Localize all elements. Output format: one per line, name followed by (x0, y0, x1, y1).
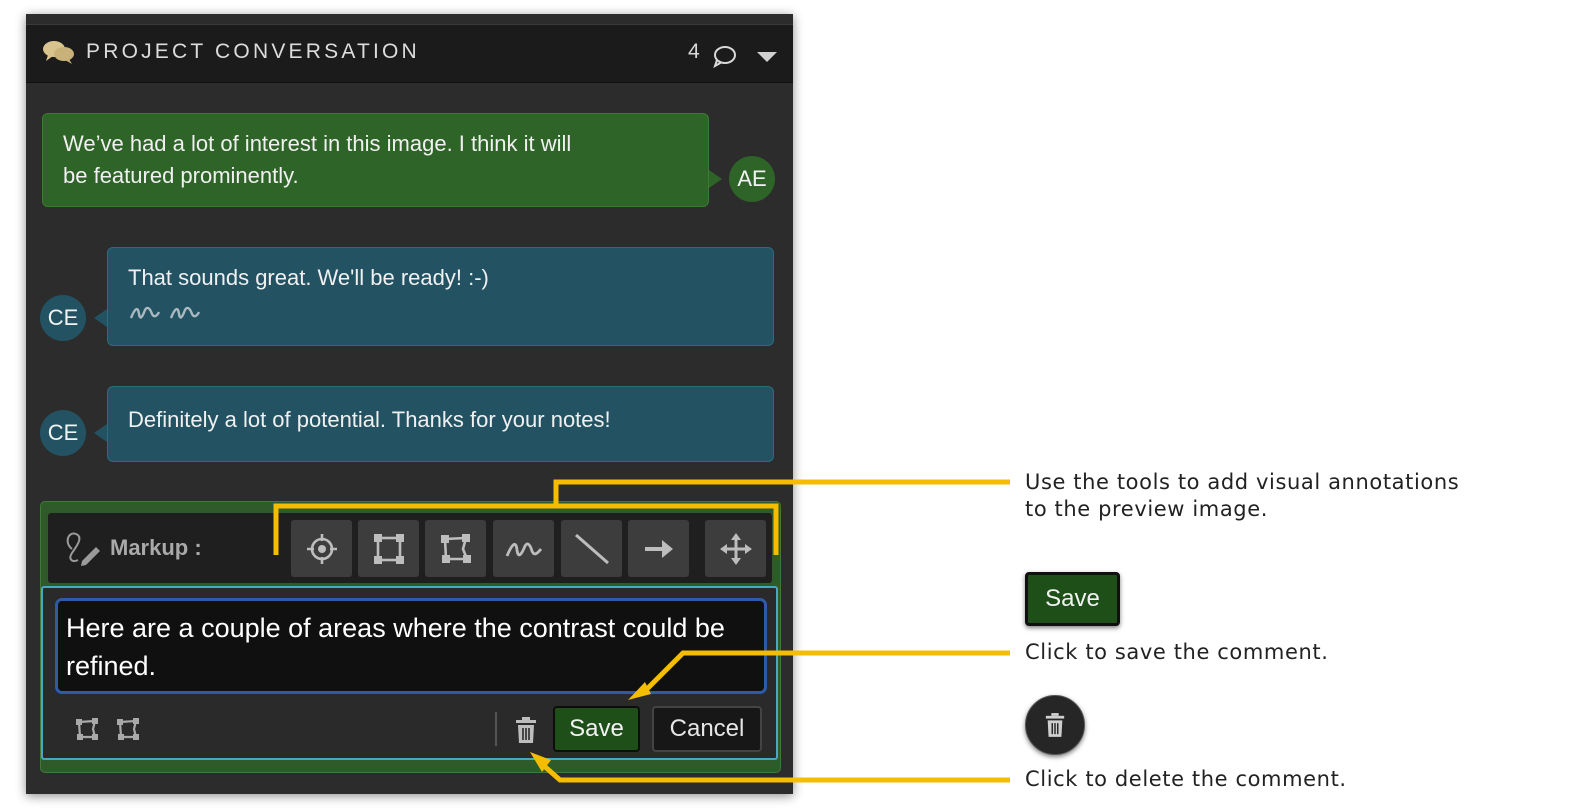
tools-note-line: to the preview image. (1025, 497, 1269, 521)
delete-button-example (1025, 695, 1085, 755)
save-button-example: Save (1025, 572, 1120, 626)
callout-lines (273, 479, 1010, 783)
save-note: Click to save the comment. (1025, 640, 1329, 664)
delete-note: Click to delete the comment. (1025, 767, 1347, 791)
trash-icon (1045, 713, 1065, 737)
tools-note-line: Use the tools to add visual annotations (1025, 470, 1460, 494)
tools-note: Use the tools to add visual annotations … (1025, 469, 1459, 523)
